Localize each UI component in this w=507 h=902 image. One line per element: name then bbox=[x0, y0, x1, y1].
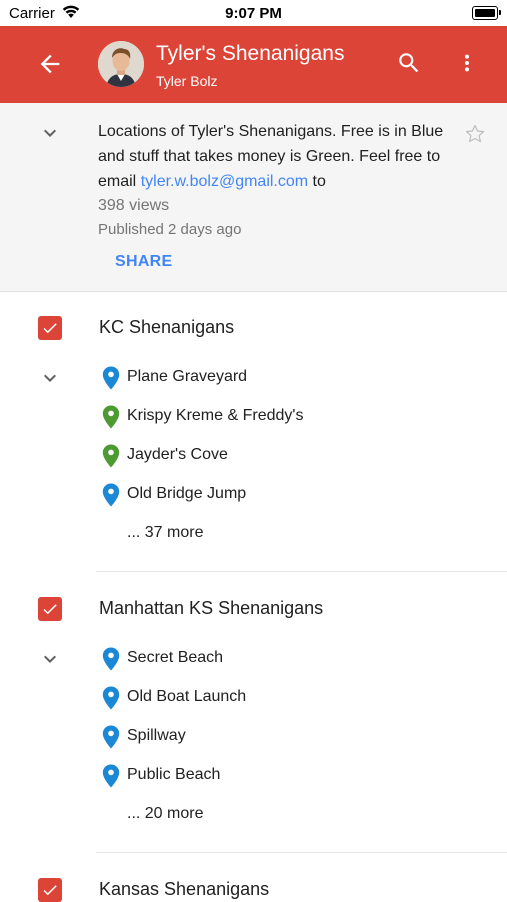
more-vert-icon[interactable] bbox=[456, 50, 478, 76]
chevron-down-icon[interactable] bbox=[38, 647, 62, 671]
layer-checkbox[interactable] bbox=[38, 316, 62, 340]
checkmark-icon bbox=[43, 323, 57, 334]
place-name: Plane Graveyard bbox=[127, 368, 248, 385]
more-places-link[interactable]: ... 37 more bbox=[127, 524, 203, 542]
place-name: Jayder's Cove bbox=[127, 446, 228, 463]
description-text-end: to bbox=[308, 173, 326, 190]
place-name: Secret Beach bbox=[127, 649, 224, 666]
checkmark-icon bbox=[43, 604, 57, 615]
more-places-link[interactable]: ... 20 more bbox=[127, 805, 203, 823]
published-date: Published 2 days ago bbox=[98, 221, 242, 238]
divider bbox=[96, 571, 507, 572]
chevron-down-icon[interactable] bbox=[38, 366, 62, 390]
blue-pin-icon bbox=[102, 764, 120, 788]
place-name: Old Boat Launch bbox=[127, 688, 247, 705]
checkmark-icon bbox=[43, 885, 57, 896]
status-bar: Carrier 9:07 PM bbox=[0, 0, 507, 26]
back-arrow-icon[interactable] bbox=[36, 50, 64, 78]
green-pin-icon bbox=[102, 444, 120, 468]
layer-title: Kansas Shenanigans bbox=[99, 879, 270, 899]
blue-pin-icon bbox=[102, 725, 120, 749]
avatar[interactable] bbox=[98, 41, 144, 87]
battery-icon bbox=[472, 6, 501, 20]
blue-pin-icon bbox=[102, 366, 120, 390]
blue-pin-icon bbox=[102, 647, 120, 671]
layer-title: KC Shenanigans bbox=[99, 317, 235, 337]
blue-pin-icon bbox=[102, 686, 120, 710]
search-icon[interactable] bbox=[396, 50, 422, 76]
app-bar: Tyler's Shenanigans Tyler Bolz bbox=[0, 26, 507, 103]
share-button[interactable]: SHARE bbox=[115, 253, 173, 271]
blue-pin-icon bbox=[102, 483, 120, 507]
green-pin-icon bbox=[102, 405, 120, 429]
map-description: Locations of Tyler's Shenanigans. Free i… bbox=[98, 119, 463, 194]
layer-checkbox[interactable] bbox=[38, 878, 62, 902]
clock: 9:07 PM bbox=[225, 5, 282, 22]
layer-title: Manhattan KS Shenanigans bbox=[99, 598, 324, 618]
view-count: 398 views bbox=[98, 197, 170, 214]
place-name: Public Beach bbox=[127, 766, 221, 783]
divider bbox=[96, 852, 507, 853]
place-name: Krispy Kreme & Freddy's bbox=[127, 407, 304, 424]
avatar-image bbox=[98, 41, 144, 87]
email-link[interactable]: tyler.w.bolz@gmail.com bbox=[141, 173, 308, 190]
page-title: Tyler's Shenanigans bbox=[156, 42, 345, 65]
layer-checkbox[interactable] bbox=[38, 597, 62, 621]
place-name: Spillway bbox=[127, 727, 186, 744]
chevron-down-icon[interactable] bbox=[38, 121, 62, 145]
author-name: Tyler Bolz bbox=[156, 73, 218, 89]
star-icon[interactable] bbox=[463, 122, 487, 146]
map-description-panel: Locations of Tyler's Shenanigans. Free i… bbox=[0, 103, 507, 292]
place-name: Old Bridge Jump bbox=[127, 485, 247, 502]
